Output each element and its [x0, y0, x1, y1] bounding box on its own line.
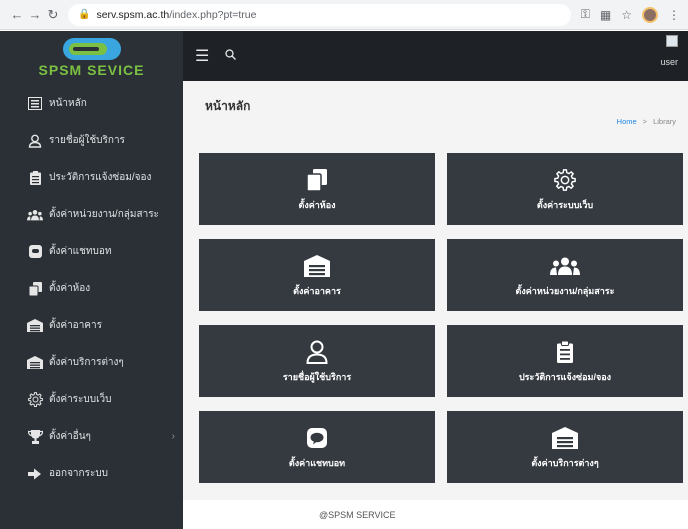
tile-history[interactable]: ประวัติการแจ้งซ่อม/จอง: [447, 325, 683, 397]
sidebar-item-label: ตั้งค่าหน่วยงาน/กลุ่มสาระ: [49, 209, 159, 220]
translate-icon[interactable]: ▦: [600, 8, 611, 22]
copy-icon: [27, 281, 43, 297]
sidebar-item-label: ตั้งค่าระบบเว็บ: [49, 394, 112, 405]
sidebar-item-label: ตั้งค่าอาคาร: [49, 320, 102, 331]
url-host: serv.spsm.ac.th: [96, 8, 170, 21]
tile-users-list[interactable]: รายชื่อผู้ใช้บริการ: [199, 325, 435, 397]
warehouse-icon: [27, 355, 43, 371]
main-content: หน้าหลัก Home > Library ตั้งค่าห้อง ตั้ง…: [183, 81, 688, 500]
sign-out-icon: [27, 466, 43, 482]
sidebar-item-services[interactable]: ตั้งค่าบริการต่างๆ: [0, 344, 183, 381]
hamburger-menu-icon[interactable]: ☰: [195, 46, 209, 66]
search-icon[interactable]: [225, 49, 237, 63]
browser-toolbar: ← → ↻ 🔒 serv.spsm.ac.th/index.php?pt=tru…: [0, 0, 688, 30]
user-avatar: [666, 35, 678, 47]
breadcrumb-current: Library: [653, 117, 676, 126]
tile-label: ตั้งค่าหน่วยงาน/กลุ่มสาระ: [515, 286, 615, 296]
tile-label: รายชื่อผู้ใช้บริการ: [282, 372, 352, 382]
breadcrumb-home-link[interactable]: Home: [617, 117, 637, 126]
chevron-right-icon[interactable]: ›: [172, 431, 175, 442]
sidebar-item-label: ตั้งค่าห้อง: [49, 283, 91, 294]
profile-avatar[interactable]: [642, 6, 658, 23]
users-icon: [27, 207, 43, 223]
user-icon: [27, 133, 43, 149]
gear-icon: [554, 166, 576, 194]
copy-icon: [307, 166, 327, 194]
user-icon: [306, 338, 328, 366]
warehouse-icon: [27, 318, 43, 334]
breadcrumb-separator: >: [642, 117, 648, 126]
menu-dots-icon[interactable]: ⋮: [668, 8, 680, 22]
forward-icon[interactable]: →: [26, 6, 44, 24]
sidebar-item-label: ออกจากระบบ: [49, 468, 109, 479]
sidebar-item-rooms[interactable]: ตั้งค่าห้อง: [0, 270, 183, 307]
page-title: หน้าหลัก: [205, 99, 251, 113]
warehouse-icon: [552, 424, 578, 452]
sidebar-item-label: ตั้งค่าอื่นๆ: [49, 431, 91, 442]
list-icon: [27, 96, 43, 112]
reload-icon[interactable]: ↻: [44, 6, 62, 24]
back-icon[interactable]: ←: [8, 6, 26, 24]
tile-label: ตั้งค่าระบบเว็บ: [536, 200, 594, 210]
url-path: /index.php?pt=true: [169, 8, 257, 21]
breadcrumb: Home > Library: [617, 117, 676, 126]
tile-label: ตั้งค่าบริการต่างๆ: [531, 458, 599, 468]
gear-icon: [27, 392, 43, 408]
logo-mark: [62, 38, 121, 60]
sidebar: SPSM SEVICE หน้าหลัก รายชื่อผู้ใช้บริการ…: [0, 31, 183, 529]
sidebar-item-departments[interactable]: ตั้งค่าหน่วยงาน/กลุ่มสาระ: [0, 196, 183, 233]
sidebar-item-home[interactable]: หน้าหลัก: [0, 85, 183, 122]
address-bar[interactable]: 🔒 serv.spsm.ac.th/index.php?pt=true: [68, 3, 571, 26]
tile-chatbot[interactable]: ตั้งค่าแชทบอท: [199, 411, 435, 483]
clipboard-icon: [557, 338, 573, 366]
sidebar-item-label: ตั้งค่าแชทบอท: [49, 246, 112, 257]
key-icon[interactable]: ⚿: [581, 7, 590, 22]
tile-rooms[interactable]: ตั้งค่าห้อง: [199, 153, 435, 225]
sidebar-item-label: ประวัติการแจ้งซ่อม/จอง: [49, 172, 152, 183]
tile-label: ประวัติการแจ้งซ่อม/จอง: [518, 372, 612, 382]
tile-services[interactable]: ตั้งค่าบริการต่างๆ: [447, 411, 683, 483]
user-menu[interactable]: user: [648, 35, 678, 67]
sidebar-item-chatbot[interactable]: ตั้งค่าแชทบอท: [0, 233, 183, 270]
sidebar-item-buildings[interactable]: ตั้งค่าอาคาร: [0, 307, 183, 344]
lock-icon: 🔒: [78, 9, 91, 20]
tile-label: ตั้งค่าอาคาร: [293, 286, 341, 296]
users-icon: [550, 252, 580, 280]
trophy-icon: [27, 429, 43, 445]
tile-label: ตั้งค่าแชทบอท: [288, 458, 346, 468]
sidebar-item-users-list[interactable]: รายชื่อผู้ใช้บริการ: [0, 122, 183, 159]
tile-web-settings[interactable]: ตั้งค่าระบบเว็บ: [447, 153, 683, 225]
brand-logo[interactable]: SPSM SEVICE: [0, 31, 183, 85]
sidebar-item-label: หน้าหลัก: [49, 98, 87, 109]
sidebar-item-history[interactable]: ประวัติการแจ้งซ่อม/จอง: [0, 159, 183, 196]
brand-name: SPSM SEVICE: [38, 62, 145, 78]
tile-buildings[interactable]: ตั้งค่าอาคาร: [199, 239, 435, 311]
star-icon[interactable]: ☆: [621, 8, 632, 22]
tile-departments[interactable]: ตั้งค่าหน่วยงาน/กลุ่มสาระ: [447, 239, 683, 311]
clipboard-icon: [27, 170, 43, 186]
sidebar-item-label: รายชื่อผู้ใช้บริการ: [49, 135, 125, 146]
sidebar-item-label: ตั้งค่าบริการต่างๆ: [49, 357, 124, 368]
sidebar-item-logout[interactable]: ออกจากระบบ: [0, 455, 183, 492]
sidebar-item-web-settings[interactable]: ตั้งค่าระบบเว็บ: [0, 381, 183, 418]
top-navbar: ☰ user: [183, 31, 688, 81]
chat-icon: [27, 244, 43, 260]
footer-text: @SPSM SERVICE: [319, 509, 396, 520]
warehouse-icon: [304, 252, 330, 280]
user-name: user: [660, 57, 678, 67]
footer: @SPSM SERVICE: [183, 500, 688, 529]
tile-label: ตั้งค่าห้อง: [298, 200, 336, 210]
sidebar-item-other-settings[interactable]: ตั้งค่าอื่นๆ ›: [0, 418, 183, 455]
line-icon: [307, 424, 327, 452]
